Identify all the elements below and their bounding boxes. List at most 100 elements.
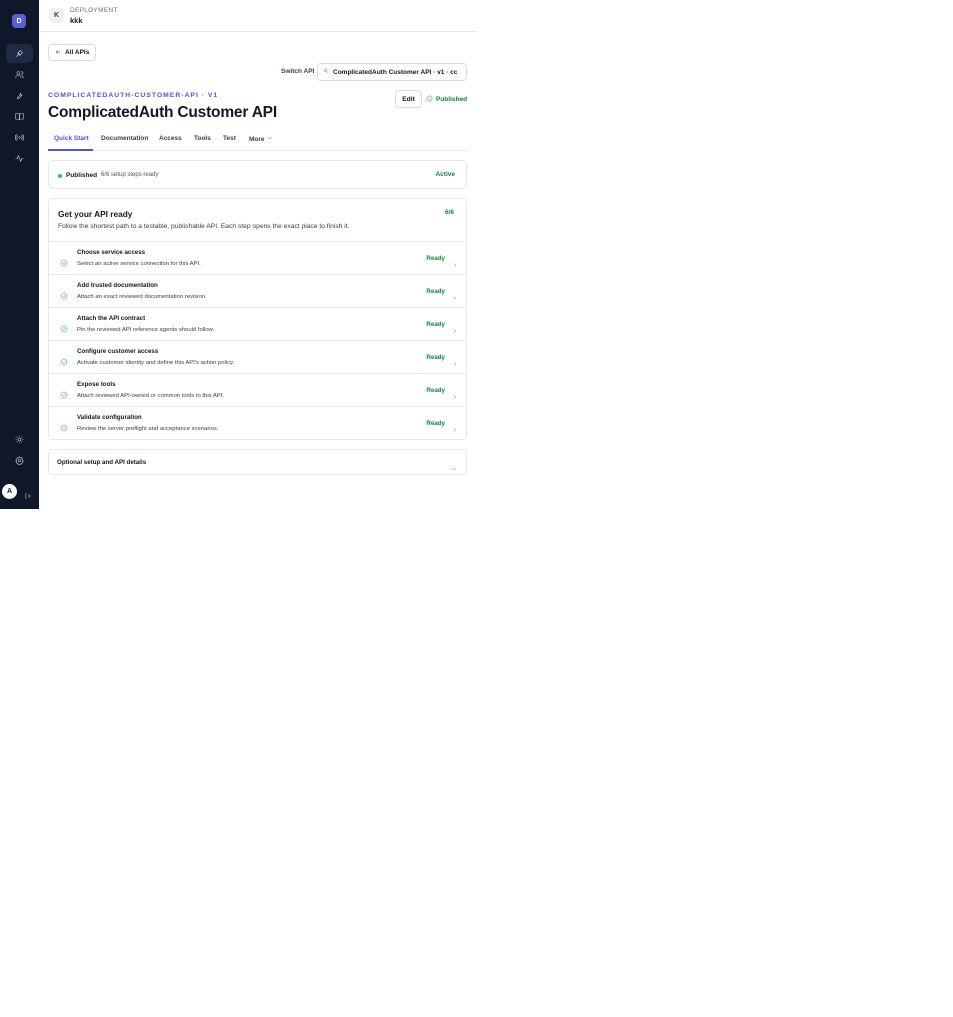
- publish-status-badge: Published: [426, 95, 467, 104]
- chevron-right-icon: [452, 420, 459, 432]
- tab-more[interactable]: More: [249, 135, 273, 143]
- workspace-kicker: DEPLOYMENT: [70, 7, 118, 14]
- setup-step[interactable]: Validate configuration Review the server…: [49, 406, 466, 439]
- deployments-icon: [15, 45, 24, 63]
- step-title: Add trusted documentation: [77, 282, 158, 289]
- tab-test[interactable]: Test: [223, 135, 236, 142]
- sidebar-item-broadcast[interactable]: [6, 128, 33, 147]
- step-title: Configure customer access: [77, 348, 159, 355]
- tab-label: Access: [159, 135, 182, 142]
- activity-icon: [15, 150, 24, 168]
- step-status: Ready: [426, 255, 445, 262]
- chevron-down-icon: [267, 135, 273, 143]
- check-circle-icon: [426, 95, 433, 104]
- theme-toggle-button[interactable]: [6, 430, 33, 449]
- step-description: Activate customer identity and define th…: [77, 360, 235, 366]
- step-status: Ready: [426, 387, 445, 394]
- edit-button[interactable]: Edit: [395, 90, 422, 108]
- step-description: Attach reviewed API-owned or common tool…: [77, 393, 225, 399]
- publish-status-card: Published 6/6 setup steps ready Active: [48, 160, 467, 189]
- page-title: ComplicatedAuth Customer API: [48, 104, 277, 121]
- check-circle-icon: [60, 353, 68, 366]
- sidebar-item-docs[interactable]: [6, 107, 33, 126]
- workspace-badge[interactable]: K: [49, 8, 64, 23]
- check-circle-icon: [60, 320, 68, 333]
- tab-label: More: [249, 135, 265, 143]
- sidebar-item-tools[interactable]: [6, 86, 33, 105]
- tab-tools[interactable]: Tools: [194, 135, 211, 142]
- chevron-right-icon: [452, 321, 459, 333]
- setup-step[interactable]: Add trusted documentation Attach an exac…: [49, 274, 466, 307]
- logout-button[interactable]: [24, 487, 34, 499]
- chevron-right-icon: [452, 387, 459, 399]
- arrow-left-icon: [55, 49, 61, 57]
- step-status: Ready: [426, 420, 445, 427]
- search-icon: [323, 68, 329, 76]
- all-apis-label: All APIs: [65, 49, 90, 56]
- setup-checklist-card: Get your API ready Follow the shortest p…: [48, 198, 467, 440]
- switch-api-select[interactable]: ComplicatedAuth Customer API · v1 · cc: [317, 63, 467, 81]
- setup-subtitle: Follow the shortest path to a testable, …: [58, 223, 350, 230]
- step-status: Ready: [426, 288, 445, 295]
- brand-logo[interactable]: D: [12, 14, 26, 28]
- publish-status-label: Published: [436, 96, 468, 103]
- tab-bar: Quick Start Documentation Access Tools T…: [48, 130, 467, 151]
- step-status: Ready: [426, 321, 445, 328]
- step-status: Ready: [426, 354, 445, 361]
- step-title: Attach the API contract: [77, 315, 146, 322]
- tab-label: Documentation: [101, 135, 149, 142]
- top-bar: K DEPLOYMENT kkk: [39, 0, 477, 32]
- workspace-name: kkk: [70, 16, 83, 25]
- step-title: Validate configuration: [77, 414, 142, 421]
- sidebar-item-activity[interactable]: [6, 149, 33, 168]
- broadcast-icon: [14, 129, 25, 147]
- optional-setup-label: Optional setup and API details: [57, 459, 147, 466]
- avatar[interactable]: A: [2, 484, 17, 499]
- step-description: Select an active service connection for …: [77, 261, 201, 267]
- chevron-right-icon: [452, 255, 459, 267]
- tab-quick-start[interactable]: Quick Start: [54, 135, 89, 142]
- sidebar: D A: [0, 0, 39, 509]
- status-subtitle: 6/6 setup steps ready: [101, 172, 159, 178]
- all-apis-button[interactable]: All APIs: [48, 44, 97, 61]
- tab-label: Tools: [194, 135, 211, 142]
- wrench-icon: [15, 87, 24, 105]
- setup-count: 6/6: [444, 209, 454, 216]
- active-tab-indicator: [48, 149, 93, 151]
- optional-setup-accordion[interactable]: Optional setup and API details: [48, 449, 467, 475]
- status-dot: [58, 174, 62, 178]
- tab-access[interactable]: Access: [159, 135, 182, 142]
- settings-button[interactable]: [6, 451, 33, 470]
- api-slug: COMPLICATEDAUTH-CUSTOMER-API · V1: [48, 92, 219, 99]
- logout-icon: [24, 487, 32, 504]
- app-viewport: D A K DEPLOYMENT kkk All APIs Switch API…: [0, 0, 477, 509]
- check-circle-icon: [60, 386, 68, 399]
- chevron-right-icon: [452, 288, 459, 300]
- check-circle-icon: [60, 419, 68, 432]
- sidebar-item-users[interactable]: [6, 65, 33, 84]
- sidebar-item-deployments[interactable]: [6, 44, 33, 63]
- switch-api-value: ComplicatedAuth Customer API · v1 · cc: [333, 68, 458, 76]
- step-title: Choose service access: [77, 249, 146, 256]
- check-circle-icon: [60, 254, 68, 267]
- tab-label: Quick Start: [54, 135, 89, 142]
- setup-step[interactable]: Expose tools Attach reviewed API-owned o…: [49, 373, 466, 406]
- chevron-down-icon: [451, 459, 458, 470]
- tab-documentation[interactable]: Documentation: [101, 135, 148, 142]
- status-title: Published: [66, 172, 98, 179]
- step-title: Expose tools: [77, 381, 116, 388]
- chevron-right-icon: [452, 354, 459, 366]
- setup-step[interactable]: Choose service access Select an active s…: [49, 241, 466, 274]
- check-circle-icon: [60, 287, 68, 300]
- setup-title: Get your API ready: [58, 209, 133, 219]
- users-icon: [15, 66, 24, 84]
- setup-step[interactable]: Attach the API contract Pin the reviewed…: [49, 307, 466, 340]
- book-icon: [15, 108, 24, 126]
- setup-step[interactable]: Configure customer access Activate custo…: [49, 340, 466, 373]
- step-description: Review the server preflight and acceptan…: [77, 426, 219, 432]
- step-description: Pin the reviewed API reference agents sh…: [77, 327, 215, 333]
- switch-api-label: Switch API: [281, 68, 315, 75]
- settings-gear-icon: [15, 452, 24, 470]
- step-description: Attach an exact reviewed documentation r…: [77, 294, 207, 300]
- tab-label: Test: [223, 135, 236, 142]
